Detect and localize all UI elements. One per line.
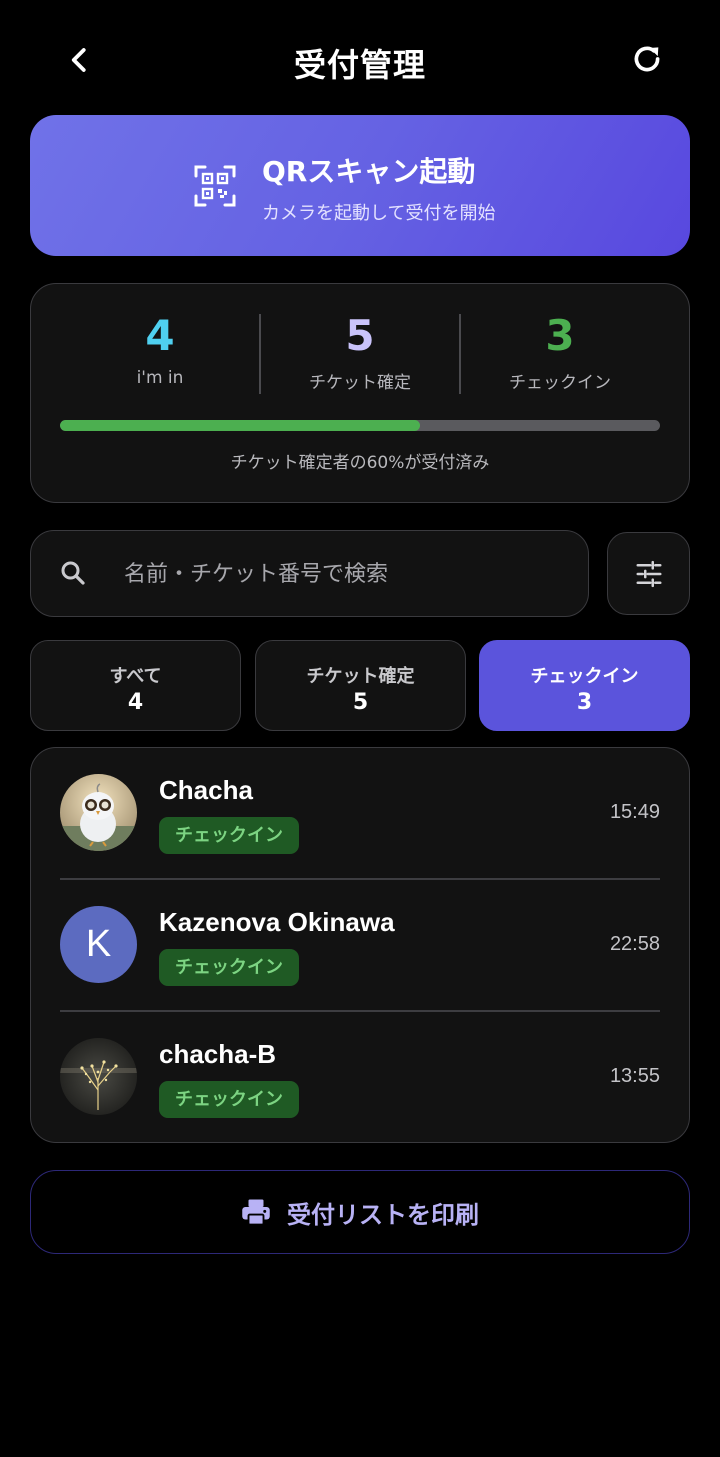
- app-header: 受付管理: [0, 0, 720, 120]
- search-icon: [61, 561, 85, 585]
- list-item[interactable]: chacha-B チェックイン 13:55: [30, 1011, 690, 1143]
- list-item[interactable]: K Kazenova Okinawa チェックイン 22:58: [30, 879, 690, 1011]
- refresh-icon: [634, 46, 660, 72]
- qr-scan-title: QRスキャン起動: [262, 155, 476, 188]
- status-badge: チェックイン: [159, 817, 299, 854]
- stat-im-in: 4 i'm in: [60, 310, 260, 388]
- stat-label: チェックイン: [509, 373, 611, 393]
- checkin-progress-bar: [60, 420, 660, 431]
- checkin-time: 13:55: [609, 1065, 660, 1087]
- tab-count: 3: [576, 690, 593, 715]
- print-button-label: 受付リストを印刷: [287, 1200, 479, 1229]
- attendee-name: Chacha: [159, 775, 253, 805]
- filter-sliders-icon: [636, 560, 661, 587]
- tab-label: チケット確定: [306, 666, 415, 687]
- tab-all[interactable]: すべて 4: [30, 640, 241, 731]
- avatar: [60, 774, 137, 851]
- attendee-name: Kazenova Okinawa: [159, 907, 395, 937]
- tab-ticket-confirmed[interactable]: チケット確定 5: [255, 640, 466, 731]
- stat-value: 4: [145, 311, 175, 360]
- qr-scan-subtitle: カメラを起動して受付を開始: [262, 203, 496, 224]
- refresh-button[interactable]: [628, 40, 666, 78]
- page-title: 受付管理: [293, 46, 426, 84]
- stat-checked-in: 3 チェックイン: [460, 310, 660, 393]
- status-badge: チェックイン: [159, 1081, 299, 1118]
- tab-count: 5: [352, 690, 369, 715]
- avatar: [60, 1038, 137, 1115]
- tab-count: 4: [127, 690, 144, 715]
- status-badge: チェックイン: [159, 949, 299, 986]
- checkin-time: 22:58: [609, 933, 660, 955]
- search-input[interactable]: [124, 556, 574, 592]
- list-item[interactable]: Chacha チェックイン 15:49: [30, 747, 690, 879]
- bird-avatar-image: [60, 774, 137, 851]
- attendee-name: chacha-B: [159, 1039, 277, 1069]
- stat-label: チケット確定: [309, 373, 411, 393]
- print-list-button[interactable]: 受付リストを印刷: [30, 1170, 690, 1254]
- checkin-progress-fill: [60, 420, 420, 431]
- tab-label: チェックイン: [530, 666, 639, 687]
- tree-avatar-image: [60, 1038, 137, 1115]
- filter-button[interactable]: [607, 532, 690, 615]
- qr-scan-icon: [194, 165, 236, 207]
- progress-caption: チケット確定者の60%が受付済み: [230, 453, 490, 473]
- stat-label: i'm in: [136, 368, 184, 388]
- stat-value: 3: [545, 311, 575, 360]
- printer-icon: [242, 1199, 270, 1226]
- stat-ticket-confirmed: 5 チケット確定: [260, 310, 460, 393]
- stat-value: 5: [345, 311, 375, 360]
- checkin-time: 15:49: [609, 801, 660, 823]
- tab-label: すべて: [109, 666, 162, 687]
- avatar: K: [60, 906, 137, 983]
- tab-checked-in[interactable]: チェックイン 3: [479, 640, 690, 731]
